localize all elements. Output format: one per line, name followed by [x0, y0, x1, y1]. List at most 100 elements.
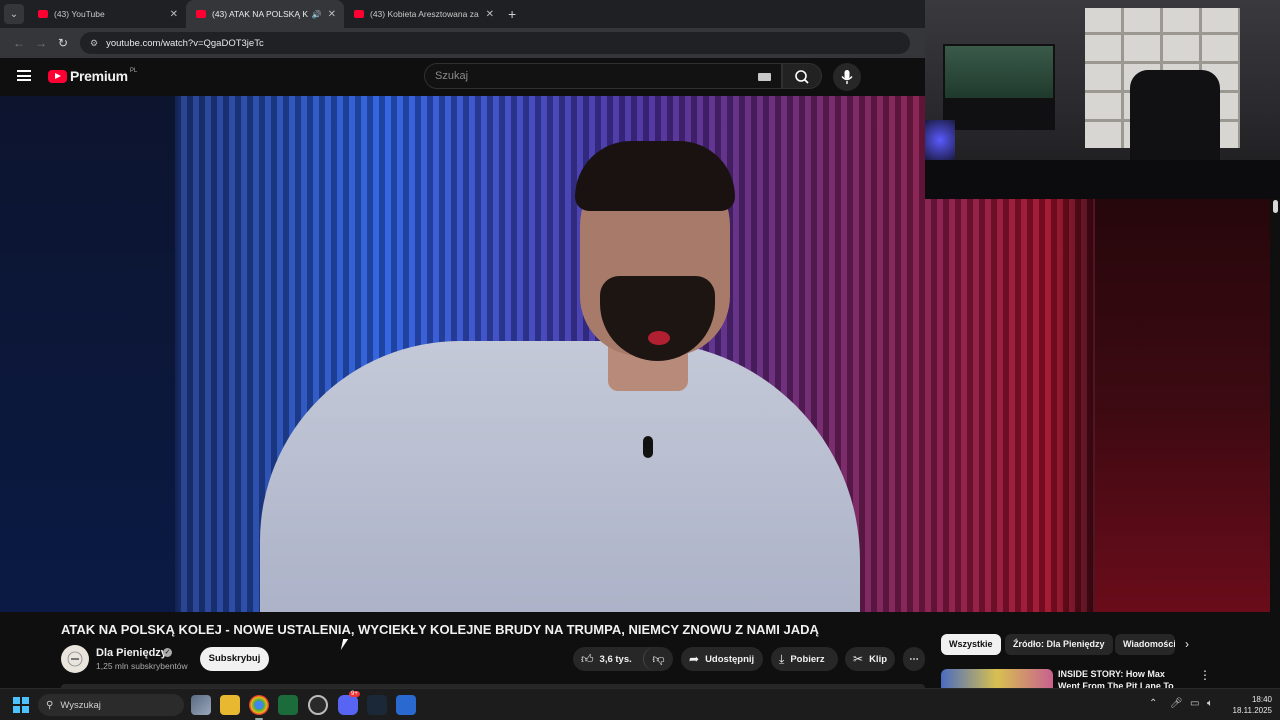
close-tab-icon[interactable]: ✕ — [170, 9, 178, 20]
search-button[interactable] — [782, 63, 822, 89]
share-icon: ➦ — [689, 652, 700, 666]
clip-button[interactable]: ✂ Klip — [845, 647, 895, 671]
share-button[interactable]: ➦ Udostępnij — [681, 647, 763, 671]
verified-icon: ✓ — [163, 648, 172, 657]
page-scrollbar[interactable] — [1270, 199, 1280, 688]
lapel-microphone — [643, 436, 653, 458]
youtube-premium-logo[interactable]: Premium PL — [48, 68, 137, 84]
share-label: Udostępnij — [705, 653, 755, 665]
clock-date: 18.11.2025 — [1232, 706, 1272, 715]
webcam-overlay — [925, 0, 1280, 199]
windows-start-icon[interactable] — [13, 697, 29, 713]
more-horizontal-icon: ⋯ — [909, 653, 919, 665]
download-button[interactable]: ⤓ Pobierz — [771, 647, 838, 671]
new-tab-button[interactable]: + — [508, 6, 516, 22]
youtube-favicon-icon — [354, 10, 364, 18]
volume-icon[interactable]: 🔈︎ — [1207, 698, 1213, 709]
subscribe-button[interactable]: Subskrybuj — [200, 647, 269, 671]
scrollbar-thumb[interactable] — [1273, 200, 1278, 213]
video-title: ATAK NA POLSKĄ KOLEJ - NOWE USTALENIA, W… — [61, 622, 819, 637]
discord-icon[interactable]: 9+ — [338, 691, 360, 715]
clip-label: Klip — [869, 653, 888, 665]
chrome-icon[interactable] — [249, 695, 269, 720]
search-icon: ⚲ — [46, 699, 54, 711]
steam-icon[interactable] — [367, 695, 387, 715]
search-icon — [795, 70, 809, 84]
video-presenter — [180, 136, 880, 612]
tab-label: (43) Kobieta Aresztowana za Uj — [370, 9, 480, 19]
video-backdrop-left — [0, 96, 175, 612]
reload-icon[interactable]: ↻ — [52, 36, 74, 50]
search-input[interactable] — [435, 70, 735, 82]
webcam-aquarium — [943, 44, 1055, 100]
tab-label: (43) YouTube — [54, 9, 105, 19]
close-tab-icon[interactable]: ✕ — [486, 9, 494, 20]
webcam-desk — [925, 160, 1280, 199]
taskbar-search[interactable]: ⚲ Wyszukaj — [38, 694, 184, 716]
scissors-icon: ✂ — [853, 652, 864, 666]
voice-search-button[interactable] — [833, 63, 861, 91]
url-text: youtube.com/watch?v=QgaDOT3jeTc — [106, 37, 264, 49]
webcam-aquarium-stand — [943, 100, 1055, 130]
recommended-video-thumbnail[interactable] — [941, 669, 1053, 688]
thumbs-up-icon: 👍︎ — [581, 651, 594, 666]
tab-label: (43) ATAK NA POLSKĄ KOLEJ — [212, 9, 308, 19]
task-view-icon[interactable] — [191, 695, 211, 715]
back-icon[interactable]: ← — [8, 36, 30, 50]
dislike-button[interactable]: 👎︎ — [643, 647, 673, 671]
close-tab-icon[interactable]: ✕ — [328, 9, 336, 20]
menu-icon[interactable] — [17, 70, 31, 81]
country-code: PL — [129, 68, 138, 74]
site-info-icon[interactable]: ⚙ — [90, 38, 98, 49]
system-clock[interactable]: 18:40 18.11.2025 — [1222, 694, 1272, 716]
obs-icon[interactable] — [308, 695, 328, 715]
microphone-icon — [841, 70, 853, 84]
discord-badge: 9+ — [349, 691, 360, 697]
chip-all[interactable]: Wszystkie — [941, 634, 1001, 655]
youtube-play-logo-icon — [48, 69, 67, 83]
tab-other-video[interactable]: (43) Kobieta Aresztowana za Uj ✕ — [344, 0, 502, 28]
logo-text: Premium — [70, 68, 128, 84]
chip-news[interactable]: Wiadomości — [1115, 634, 1175, 655]
forward-icon[interactable]: → — [30, 36, 52, 50]
youtube-header: Premium PL — [0, 58, 925, 96]
tab-current-video[interactable]: (43) ATAK NA POLSKĄ KOLEJ 🔊 ✕ — [186, 0, 344, 28]
excel-icon[interactable] — [278, 695, 298, 715]
keyboard-icon[interactable] — [758, 73, 771, 81]
windows-taskbar: ⚲ Wyszukaj 9+ ⌃ 🎤︎ ▭ 🔈︎ 18:40 18.11.2025 — [0, 688, 1280, 720]
like-count: 3,6 tys. — [599, 653, 632, 665]
like-button[interactable]: 👍︎ 3,6 tys. — [573, 647, 643, 671]
address-bar-row: ← → ↻ ⚙ youtube.com/watch?v=QgaDOT3jeTc — [0, 28, 925, 58]
screen: ⌄ (43) YouTube ✕ (43) ATAK NA POLSKĄ KOL… — [0, 0, 1280, 720]
speaker-icon[interactable]: 🔊 — [312, 10, 322, 19]
presenter-hair — [575, 141, 735, 211]
file-explorer-icon[interactable] — [220, 695, 240, 715]
thumbs-down-icon: 👎︎ — [652, 651, 665, 666]
channel-avatar[interactable] — [61, 645, 89, 673]
webcam-blue-light — [925, 120, 955, 160]
presenter-shirt — [260, 341, 860, 612]
youtube-favicon-icon — [38, 10, 48, 18]
browser-tab-strip: ⌄ (43) YouTube ✕ (43) ATAK NA POLSKĄ KOL… — [0, 0, 925, 28]
taskbar-search-label: Wyszukaj — [60, 699, 101, 711]
more-vertical-icon[interactable]: ⋮ — [1199, 668, 1211, 682]
download-icon: ⤓ — [779, 651, 785, 666]
chip-channel-source[interactable]: Źródło: Dla Pieniędzy — [1005, 634, 1113, 655]
chevron-up-icon[interactable]: ⌃ — [1149, 698, 1157, 709]
url-field[interactable]: ⚙ youtube.com/watch?v=QgaDOT3jeTc — [80, 32, 910, 54]
more-actions-button[interactable]: ⋯ — [903, 647, 925, 671]
app-icon[interactable] — [396, 695, 416, 715]
youtube-favicon-icon — [196, 10, 206, 18]
mouse-cursor-icon — [340, 639, 354, 650]
chevron-right-icon[interactable]: › — [1185, 637, 1189, 651]
recommended-video-title[interactable]: INSIDE STORY: How Max Went From The Pit … — [1058, 668, 1188, 688]
clock-time: 18:40 — [1251, 695, 1272, 704]
tab-search-button[interactable]: ⌄ — [4, 4, 24, 24]
channel-name[interactable]: Dla Pieniędzy — [96, 647, 167, 659]
presenter-mouth — [648, 331, 670, 345]
subscriber-count: 1,25 mln subskrybentów — [96, 661, 188, 671]
download-label: Pobierz — [790, 653, 825, 665]
network-icon[interactable]: ▭ — [1190, 698, 1199, 709]
tab-youtube[interactable]: (43) YouTube ✕ — [28, 0, 186, 28]
microphone-icon[interactable]: 🎤︎ — [1170, 698, 1183, 709]
